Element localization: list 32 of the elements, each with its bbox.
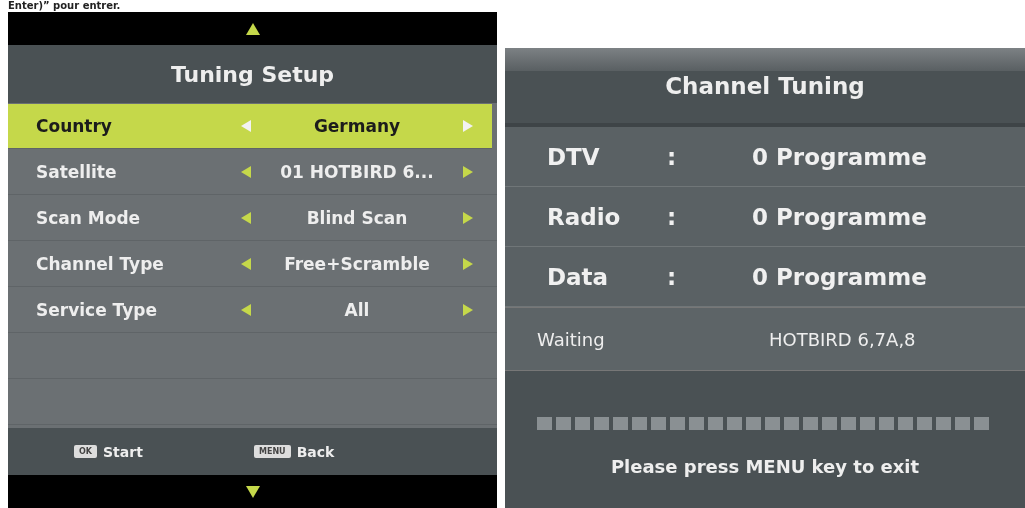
right-arrow-icon (463, 258, 473, 270)
panel-title: Channel Tuning (665, 72, 865, 99)
right-arrow-icon (463, 166, 473, 178)
count-value: 0 Programme (752, 263, 927, 290)
right-arrow-icon (463, 120, 473, 132)
count-value: 0 Programme (752, 203, 927, 230)
panel-title: Tuning Setup (170, 61, 335, 87)
status-label: Waiting (536, 328, 606, 350)
status-value: HOTBIRD 6,7A,8 (769, 328, 916, 350)
up-arrow-icon (245, 22, 260, 35)
remote-key: MENU (254, 445, 291, 458)
exit-message: Please press MENU key to exit (609, 456, 921, 477)
left-arrow-icon (241, 166, 251, 178)
left-arrow-icon (241, 212, 251, 224)
count-value: 0 Programme (752, 143, 927, 170)
count-label: Data (546, 263, 610, 290)
left-arrow-icon (241, 120, 251, 132)
menu-row[interactable]: Country Germany (8, 104, 492, 149)
remote-key: OK (74, 445, 97, 458)
separator-text: : (667, 263, 678, 290)
hint-label: Back (296, 443, 335, 460)
count-label: DTV (546, 143, 601, 170)
count-label: Radio (546, 203, 622, 230)
down-arrow-icon (245, 485, 260, 498)
caption-text: Enter)” pour entrer. (8, 0, 121, 11)
left-arrow-icon (241, 304, 251, 316)
left-arrow-icon (241, 258, 251, 270)
separator-text: : (667, 143, 678, 170)
right-arrow-icon (463, 304, 473, 316)
separator-text: : (667, 203, 678, 230)
right-arrow-icon (463, 212, 473, 224)
hint-label: Start (103, 443, 143, 460)
